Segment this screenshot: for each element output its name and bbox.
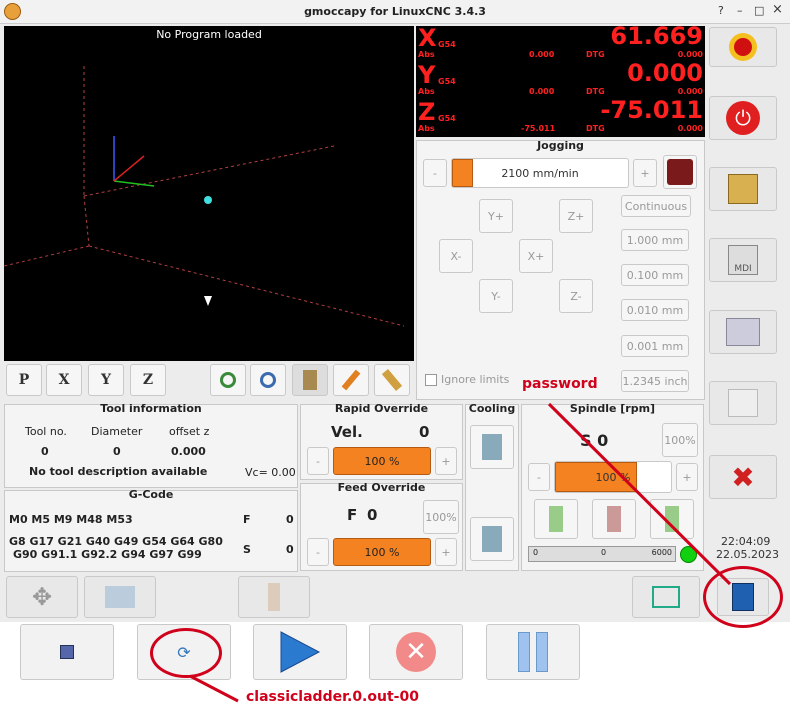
password-arrow-line [547,402,732,586]
exit-highlight-ellipse [703,566,783,628]
classicladder-arrow-line [189,674,239,703]
reload-highlight-ellipse [150,628,222,678]
classicladder-annotation: classicladder.0.out-00 [246,689,419,705]
annotation-overlay [189,402,732,703]
